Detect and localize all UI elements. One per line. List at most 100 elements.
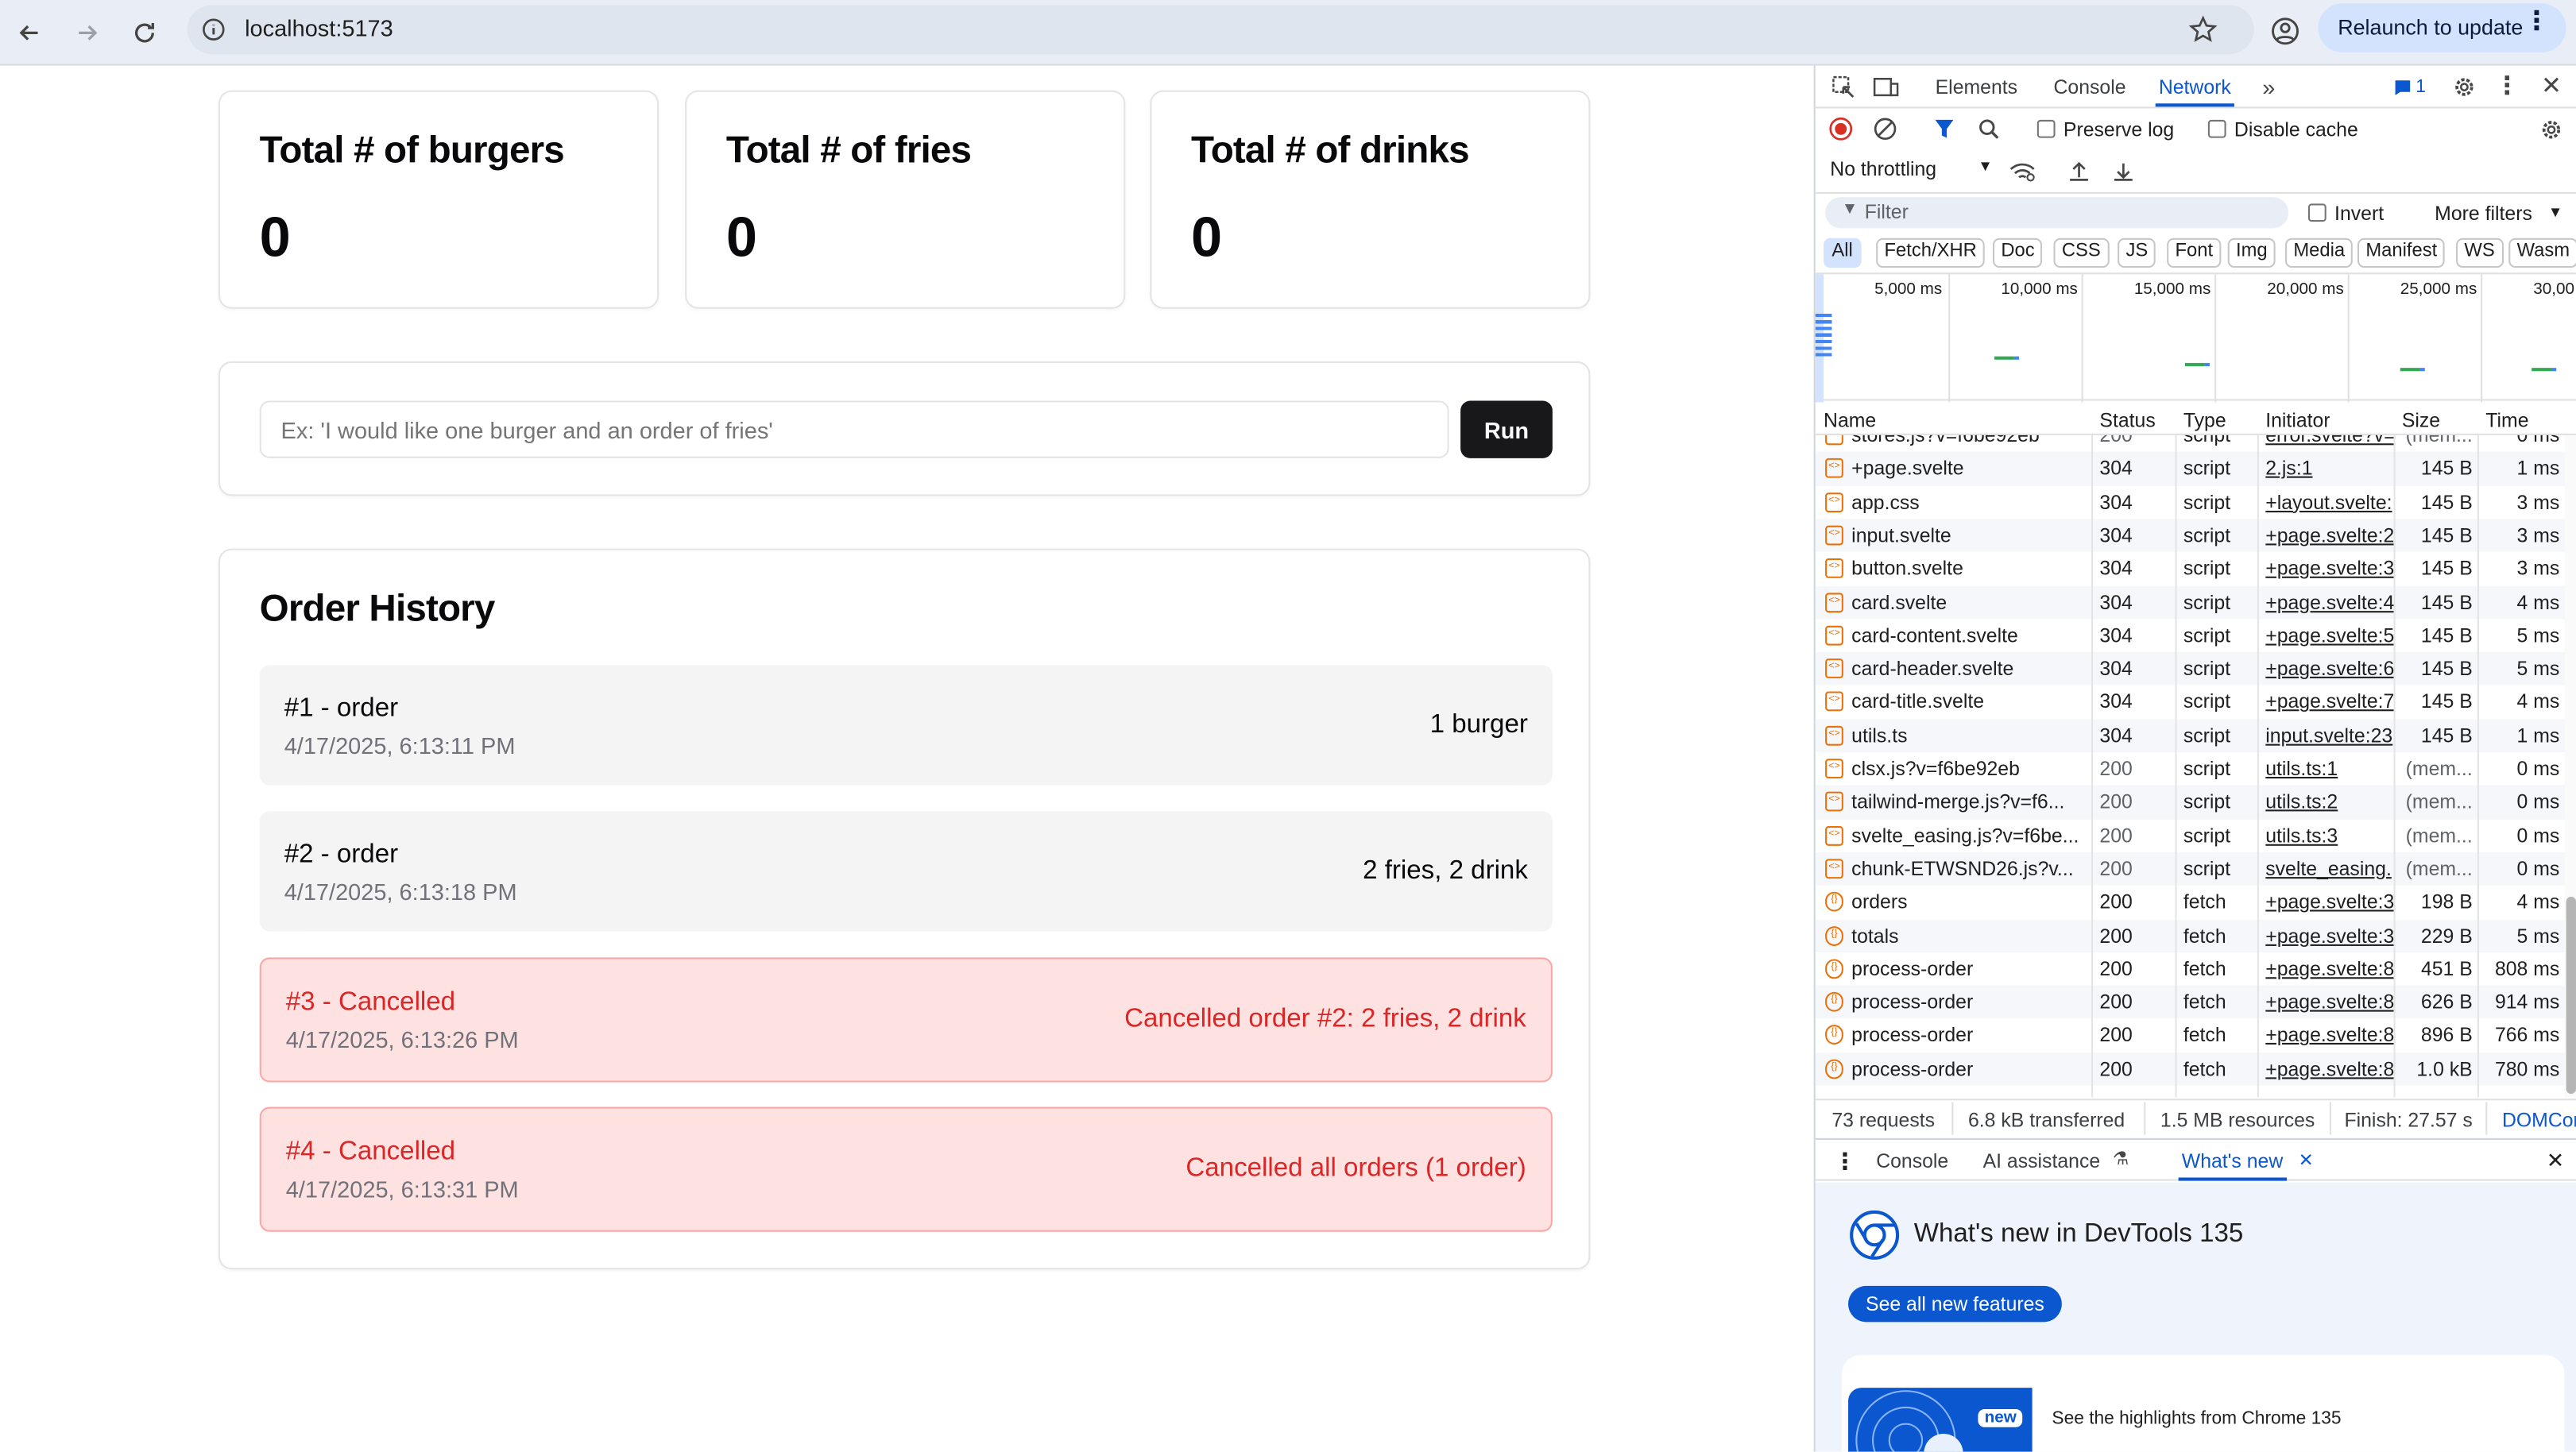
search-icon[interactable]: [1976, 117, 1999, 141]
request-row[interactable]: {} process-order 200 fetch +page.svelte:8 1.0…: [1815, 1052, 2565, 1086]
more-tabs-icon[interactable]: »: [2256, 72, 2282, 102]
request-initiator[interactable]: +page.svelte:8: [2265, 1057, 2393, 1080]
close-drawer-icon[interactable]: ✕: [2547, 1148, 2565, 1174]
drawer-tab-ai-assistance[interactable]: AI assistance: [1983, 1149, 2101, 1172]
request-initiator[interactable]: 2.js:1: [2265, 457, 2393, 480]
relaunch-button[interactable]: Relaunch to update ⋮: [2318, 3, 2566, 53]
drawer-tab-console[interactable]: Console: [1876, 1149, 1948, 1172]
request-row[interactable]: <> card-content.svelte 304 script +page.svel…: [1816, 619, 2565, 652]
customize-menu-icon[interactable]: ⋮: [2495, 71, 2520, 100]
column-header-type[interactable]: Type: [2183, 409, 2226, 432]
export-har-icon[interactable]: [2110, 157, 2136, 183]
import-har-icon[interactable]: [2065, 157, 2091, 183]
back-button[interactable]: [8, 11, 51, 54]
tab-console[interactable]: Console: [2054, 75, 2126, 98]
column-header-name[interactable]: Name: [1824, 409, 1876, 432]
request-initiator[interactable]: +page.svelte:8: [2265, 957, 2393, 980]
request-row[interactable]: <> button.svelte 304 script +page.svelte:3 14…: [1816, 552, 2565, 585]
request-row[interactable]: <> svelte_easing.js?v=f6be... 200 script uti…: [1816, 819, 2565, 852]
column-header-status[interactable]: Status: [2099, 409, 2155, 432]
more-vert-icon[interactable]: ⋮: [2524, 9, 2550, 35]
scrollbar-thumb[interactable]: [2566, 896, 2576, 1095]
request-initiator[interactable]: +page.svelte:4: [2265, 590, 2393, 613]
network-filter-input[interactable]: ▼ Filter: [1825, 197, 2289, 229]
request-row[interactable]: <> utils.ts 304 script input.svelte:23 145 B 1…: [1815, 718, 2565, 752]
request-initiator[interactable]: +page.svelte:3: [2265, 890, 2393, 913]
request-row[interactable]: {} process-order 200 fetch +page.svelte:8 896…: [1816, 1019, 2565, 1052]
type-filter-manifest[interactable]: Manifest: [2357, 237, 2446, 268]
request-initiator[interactable]: input.svelte:23: [2265, 724, 2393, 747]
network-settings-gear-icon[interactable]: [2538, 117, 2564, 143]
request-row[interactable]: <> card-header.svelte 304 script +page.svelt…: [1815, 652, 2565, 685]
device-toolbar-icon[interactable]: [1871, 72, 1901, 102]
request-initiator[interactable]: error.svelte?v=: [2265, 435, 2393, 446]
request-row[interactable]: <> +page.svelte 304 script 2.js:1 145 B 1 ms: [1815, 452, 2565, 486]
drawer-tab-whats-new[interactable]: What's new: [2178, 1149, 2286, 1181]
order-query-input[interactable]: [259, 400, 1449, 458]
request-row[interactable]: {} process-order 200 fetch +page.svelte:8 451…: [1816, 952, 2565, 986]
request-initiator[interactable]: +page.svelte:3: [2265, 557, 2393, 580]
request-initiator[interactable]: +layout.svelte:: [2265, 490, 2393, 513]
request-row[interactable]: <> card-title.svelte 304 script +page.svelte…: [1816, 685, 2565, 719]
drawer-menu-icon[interactable]: ⋮: [1833, 1148, 1856, 1176]
request-initiator[interactable]: +page.svelte:8: [2265, 991, 2393, 1014]
type-filter-js[interactable]: JS: [2118, 237, 2156, 268]
network-list-scrollbar[interactable]: [2564, 434, 2576, 1098]
forward-button[interactable]: [66, 11, 109, 54]
request-row[interactable]: <> stores.js?v=f6be92eb 200 script error.sve…: [1816, 434, 2565, 452]
column-header-size[interactable]: Size: [2402, 409, 2440, 432]
reload-button[interactable]: [123, 11, 166, 54]
type-filter-ws[interactable]: WS: [2456, 237, 2504, 268]
close-devtools-icon[interactable]: ✕: [2538, 71, 2564, 100]
type-filter-wasm[interactable]: Wasm: [2508, 237, 2576, 268]
request-initiator[interactable]: +page.svelte:6: [2265, 657, 2393, 680]
type-filter-img[interactable]: Img: [2227, 237, 2276, 268]
type-filter-doc[interactable]: Doc: [1992, 237, 2043, 268]
column-header-initiator[interactable]: Initiator: [2265, 409, 2330, 432]
close-tab-icon[interactable]: ✕: [2299, 1149, 2314, 1171]
request-initiator[interactable]: +page.svelte:8: [2265, 1024, 2393, 1047]
request-initiator[interactable]: svelte_easing.: [2265, 857, 2393, 880]
issues-button[interactable]: 1: [2388, 74, 2431, 100]
tab-network[interactable]: Network: [2155, 75, 2235, 107]
type-filter-font[interactable]: Font: [2167, 237, 2222, 268]
throttling-select[interactable]: No throttling ▼: [1830, 157, 1994, 187]
request-row[interactable]: <> app.css 304 script +layout.svelte: 145 B 3 …: [1816, 485, 2565, 519]
see-all-features-button[interactable]: See all new features: [1848, 1285, 2062, 1323]
inspect-element-icon[interactable]: [1828, 72, 1858, 102]
filter-funnel-icon[interactable]: [1932, 117, 1955, 141]
more-filters-button[interactable]: More filters ▼: [2435, 202, 2566, 228]
highlight-card[interactable]: new See the highlights from Chrome 135: [1841, 1354, 2565, 1452]
request-row[interactable]: <> clsx.js?v=f6be92eb 200 script utils.ts:1 (…: [1816, 752, 2565, 786]
type-filter-fetch-xhr[interactable]: Fetch/XHR: [1876, 237, 1986, 268]
type-filter-all[interactable]: All: [1824, 237, 1862, 268]
request-initiator[interactable]: utils.ts:3: [2265, 824, 2393, 847]
type-filter-css[interactable]: CSS: [2053, 237, 2110, 268]
bookmark-star-icon[interactable]: [2188, 15, 2218, 44]
clear-log-icon[interactable]: [1873, 117, 1897, 141]
request-row[interactable]: {} totals 200 fetch +page.svelte:3 229 B 5 ms: [1815, 918, 2565, 952]
request-row[interactable]: <> tailwind-merge.js?v=f6... 200 script util…: [1815, 785, 2565, 819]
address-bar[interactable]: localhost:5173: [187, 5, 2254, 55]
request-initiator[interactable]: +page.svelte:3: [2265, 924, 2393, 947]
network-overview-timeline[interactable]: 5,000 ms 10,000 ms 15,000 ms 20,000 ms 2…: [1815, 272, 2576, 403]
request-initiator[interactable]: +page.svelte:7: [2265, 690, 2393, 713]
request-row[interactable]: <> chunk-ETWSND26.js?v... 200 script svelte_…: [1815, 852, 2565, 886]
request-row[interactable]: <> input.svelte 304 script +page.svelte:2 145…: [1815, 519, 2565, 553]
disable-cache-checkbox[interactable]: [2207, 119, 2226, 138]
request-row[interactable]: {} orders 200 fetch +page.svelte:3 198 B 4 ms: [1816, 886, 2565, 919]
request-initiator[interactable]: utils.ts:2: [2265, 790, 2393, 813]
record-stop-icon[interactable]: [1828, 117, 1853, 141]
profile-button[interactable]: [2264, 10, 2307, 52]
request-initiator[interactable]: +page.svelte:5: [2265, 624, 2393, 647]
request-initiator[interactable]: +page.svelte:2: [2265, 523, 2393, 546]
tab-elements[interactable]: Elements: [1936, 75, 2017, 98]
preserve-log-checkbox[interactable]: [2036, 119, 2056, 138]
request-row[interactable]: <> card.svelte 304 script +page.svelte:4 145 …: [1815, 585, 2565, 620]
settings-gear-icon[interactable]: [2450, 72, 2479, 102]
site-info-icon[interactable]: [200, 17, 226, 43]
network-conditions-icon[interactable]: [2008, 160, 2037, 186]
request-initiator[interactable]: utils.ts:1: [2265, 757, 2393, 780]
column-header-time[interactable]: Time: [2485, 409, 2528, 432]
request-row[interactable]: {} process-order 200 fetch +page.svelte:8 626…: [1815, 985, 2565, 1019]
